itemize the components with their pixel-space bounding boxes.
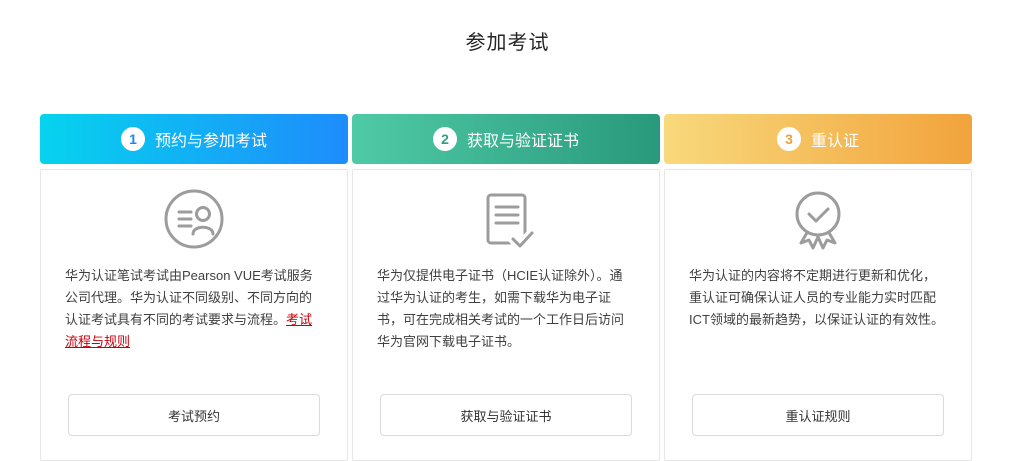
step-description: 华为认证笔试考试由Pearson VUE考试服务公司代理。华为认证不同级别、不同… [65, 265, 323, 353]
step-description-text: 华为认证的内容将不定期进行更新和优化，重认证可确保认证人员的专业能力实时匹配IC… [689, 268, 944, 327]
medal-check-icon [665, 183, 971, 255]
step-description-text: 华为认证笔试考试由Pearson VUE考试服务公司代理。华为认证不同级别、不同… [65, 268, 313, 327]
step-header-certificate: 2 获取与验证证书 [352, 114, 660, 164]
step-number-badge: 1 [120, 127, 145, 151]
step-number-badge: 3 [776, 127, 801, 151]
step-description-text: 华为仅提供电子证书（HCIE认证除外）。通过华为认证的考生，如需下载华为电子证书… [377, 268, 625, 349]
step-header-label: 获取与验证证书 [466, 133, 579, 150]
step-card-certificate: 华为仅提供电子证书（HCIE认证除外）。通过华为认证的考生，如需下载华为电子证书… [352, 169, 660, 461]
step-header-recertification: 3 重认证 [664, 114, 972, 164]
steps-container: 1 预约与参加考试 华为认证笔试考试由Pearson VUE考试服务公司代理。华… [40, 114, 972, 461]
step-card-booking: 华为认证笔试考试由Pearson VUE考试服务公司代理。华为认证不同级别、不同… [40, 169, 348, 461]
step-number-badge: 2 [432, 127, 457, 151]
step-certificate: 2 获取与验证证书 华为仅提供电子证书（HCIE认证除外）。通过华为认证的考生，… [352, 114, 660, 461]
step-header-label: 预约与参加考试 [154, 133, 267, 150]
step-header-booking: 1 预约与参加考试 [40, 114, 348, 164]
step-recertification: 3 重认证 华为认证的内容将不定期进行更新和优化，重认证可确保认证人员的专业能力… [664, 114, 972, 461]
document-check-icon [353, 183, 659, 255]
get-verify-certificate-button[interactable]: 获取与验证证书 [380, 394, 632, 436]
recertification-rules-button[interactable]: 重认证规则 [692, 394, 944, 436]
step-description: 华为仅提供电子证书（HCIE认证除外）。通过华为认证的考生，如需下载华为电子证书… [377, 265, 635, 353]
id-card-person-icon [41, 183, 347, 255]
page-title: 参加考试 [465, 32, 550, 54]
step-booking: 1 预约与参加考试 华为认证笔试考试由Pearson VUE考试服务公司代理。华… [40, 114, 348, 461]
exam-booking-button[interactable]: 考试预约 [68, 394, 320, 436]
step-header-label: 重认证 [810, 133, 859, 150]
step-card-recertification: 华为认证的内容将不定期进行更新和优化，重认证可确保认证人员的专业能力实时匹配IC… [664, 169, 972, 461]
step-description: 华为认证的内容将不定期进行更新和优化，重认证可确保认证人员的专业能力实时匹配IC… [689, 265, 947, 331]
